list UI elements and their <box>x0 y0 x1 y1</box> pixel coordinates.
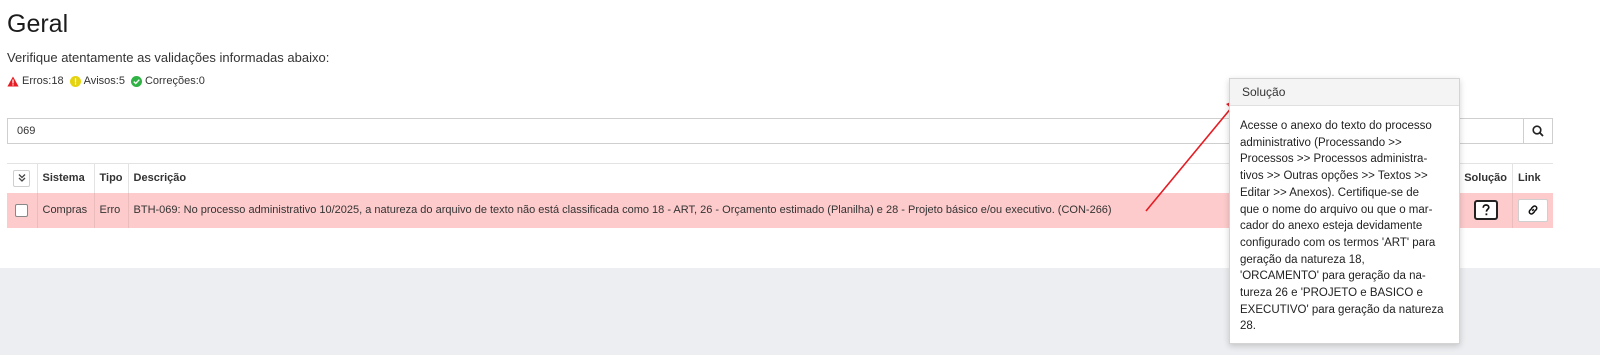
popover-line: configurado com os termos 'ART' para <box>1240 236 1436 249</box>
row-tipo: Erro <box>94 192 129 228</box>
double-chevron-down-icon <box>18 174 26 183</box>
solution-button[interactable] <box>1473 200 1498 220</box>
errors-counter[interactable]: Erros:18 <box>7 75 64 87</box>
page-title: Geral <box>7 10 69 38</box>
corrections-counter[interactable]: Correções:0 <box>130 75 205 87</box>
row-solucao-cell <box>1458 192 1513 228</box>
warning-triangle-icon <box>7 76 19 86</box>
column-sistema[interactable]: Sistema <box>37 163 95 193</box>
popover-line: que o nome do arquivo ou que o mar- <box>1240 203 1433 216</box>
row-link-cell <box>1512 192 1553 228</box>
question-icon <box>1481 203 1490 215</box>
corrections-count: Correções:0 <box>144 75 205 87</box>
select-all-header[interactable] <box>7 163 38 193</box>
popover-line: administrativo (Processando >> <box>1240 136 1402 149</box>
exclamation-circle-icon <box>69 75 81 87</box>
popover-line: 'ORCAMENTO' para geração da na- <box>1240 270 1426 283</box>
column-solucao[interactable]: Solução <box>1458 163 1513 193</box>
warnings-counter[interactable]: Avisos:5 <box>69 75 125 87</box>
check-circle-icon <box>130 75 142 87</box>
popover-line: tivos >> Outras opções >> Textos >> <box>1240 170 1428 183</box>
column-link[interactable]: Link <box>1512 163 1553 193</box>
search-button[interactable] <box>1523 119 1552 143</box>
row-checkbox-cell <box>7 192 38 228</box>
popover-line: Acesse o anexo do texto do processo <box>1240 120 1432 132</box>
errors-count: Erros:18 <box>22 75 64 87</box>
popover-line: Editar >> Anexos). Certifique-se de <box>1240 186 1419 199</box>
search-icon <box>1532 125 1544 137</box>
page-subtitle: Verifique atentamente as validações info… <box>7 50 330 65</box>
popover-line: tureza 26 e 'PROJETO e BASICO e <box>1240 287 1423 300</box>
popover-line: cador do anexo esteja devidamente <box>1240 220 1423 233</box>
popover-line: 28. <box>1240 320 1256 333</box>
select-all-button[interactable] <box>13 169 31 187</box>
column-tipo[interactable]: Tipo <box>94 163 129 193</box>
warnings-count: Avisos:5 <box>83 75 125 87</box>
solution-popover: Solução Acesse o anexo do texto do proce… <box>1229 78 1460 344</box>
popover-line: geração da natureza 18, <box>1240 253 1365 266</box>
row-checkbox[interactable] <box>15 203 29 217</box>
popover-title: Solução <box>1230 79 1459 106</box>
validation-counters: Erros:18 Avisos:5 Correções:0 <box>7 75 205 87</box>
link-button[interactable] <box>1518 198 1548 222</box>
popover-body: Acesse o anexo do texto do processo admi… <box>1230 106 1459 335</box>
popover-line: EXECUTIVO' para geração da natureza <box>1240 303 1444 316</box>
row-sistema: Compras <box>37 192 95 228</box>
link-icon <box>1528 205 1538 215</box>
popover-line: Processos >> Processos administra- <box>1240 153 1428 166</box>
